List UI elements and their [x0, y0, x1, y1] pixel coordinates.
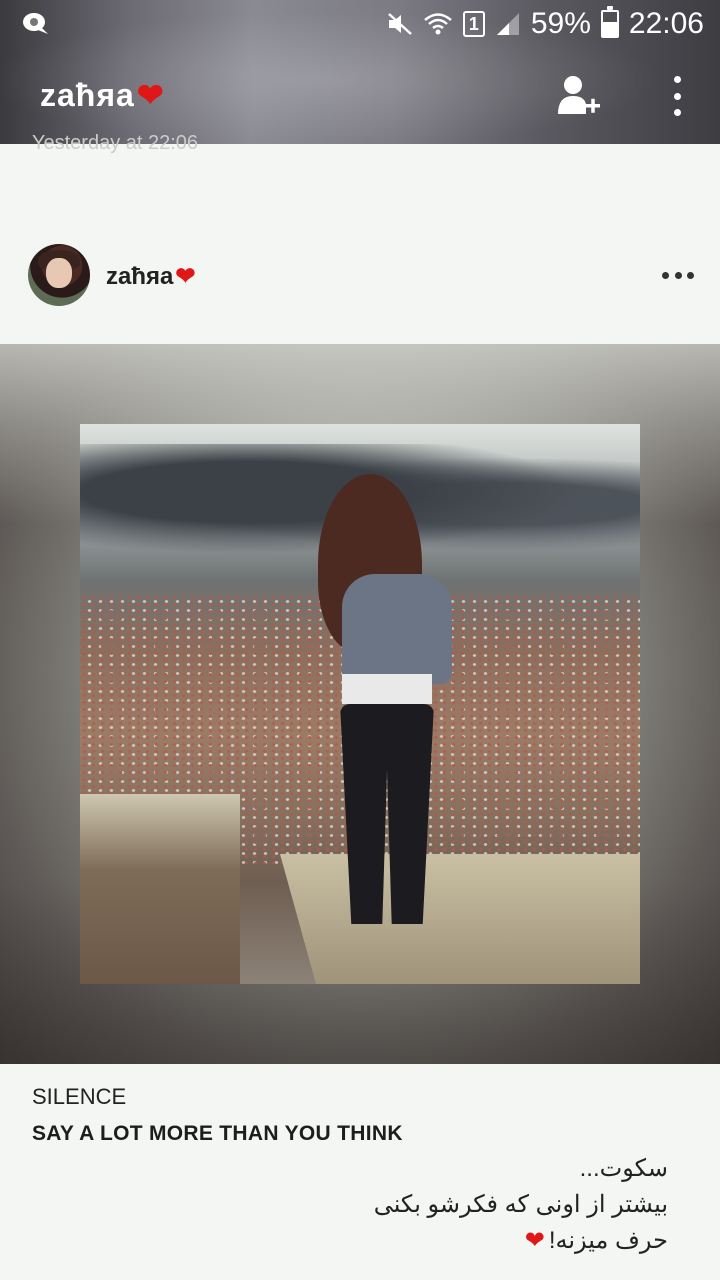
more-horizontal-icon[interactable] [662, 272, 694, 280]
caption-fa-line-3: حرف میزنه! ❤ [525, 1226, 668, 1255]
battery-percent: 59% [530, 7, 591, 40]
caption-fa-line-1: سکوت... [579, 1155, 668, 1182]
status-bar: 1 59% 22:06 [0, 0, 720, 48]
mute-icon [388, 13, 412, 35]
username-text: zaħяa [106, 262, 174, 290]
signal-icon [496, 13, 519, 35]
battery-icon [600, 6, 619, 38]
add-person-icon[interactable] [556, 74, 602, 118]
post-image[interactable] [0, 344, 720, 1064]
post-username[interactable]: zaħяa ❤ [106, 262, 195, 291]
post-header: zaħяa ❤ [0, 244, 720, 308]
heart-icon: ❤ [175, 263, 196, 290]
photo-inner [80, 424, 640, 984]
title-text: zaħяa [40, 76, 135, 113]
caption-fa-line-3-text: حرف میزنه! [548, 1227, 668, 1254]
chat-bubble-icon [23, 13, 48, 34]
heart-icon: ❤ [136, 77, 165, 113]
status-right: 1 59% 22:06 [387, 6, 704, 42]
caption-fa-line-2: بیشتر از اونی که فکرشو بکنی [373, 1191, 668, 1218]
caption-line-2: SAY A LOT MORE THAN YOU THINK [32, 1122, 403, 1145]
heart-icon: ❤ [524, 1227, 545, 1254]
clock: 22:06 [628, 7, 704, 40]
avatar[interactable] [28, 244, 90, 306]
overflow-menu-icon[interactable] [660, 76, 694, 116]
page-title: zaħяa ❤ [40, 76, 165, 114]
caption-line-1: SILENCE [32, 1084, 127, 1109]
wifi-icon [424, 13, 452, 35]
sim-indicator: 1 [462, 11, 485, 37]
app-bar: zaħяa ❤ [0, 48, 720, 144]
post-caption: SILENCE SAY A LOT MORE THAN YOU THINK سک… [0, 1064, 720, 1280]
